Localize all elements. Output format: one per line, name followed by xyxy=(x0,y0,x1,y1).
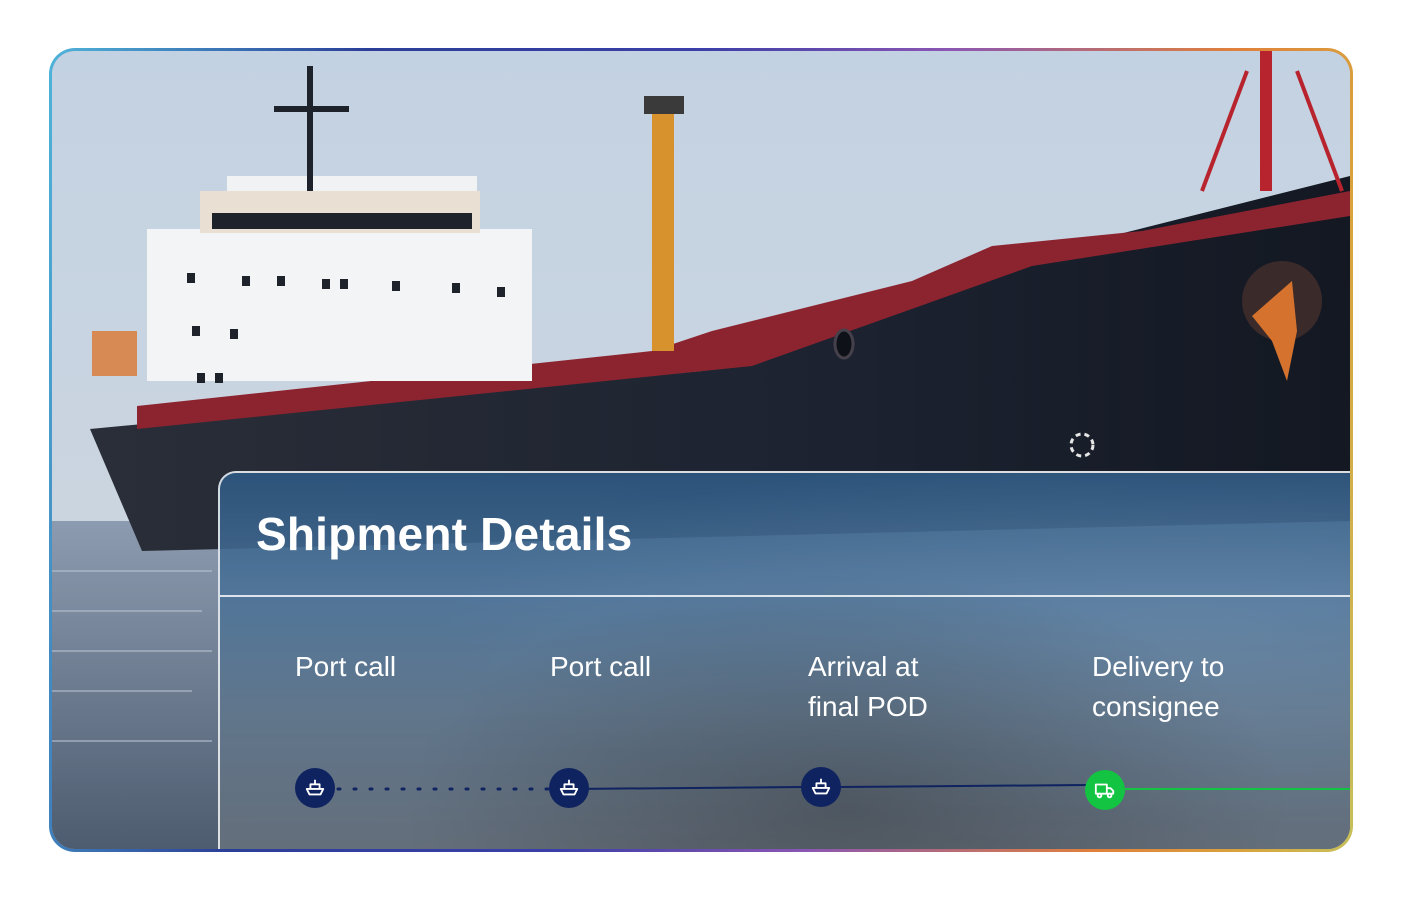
hero-image-container: Shipment Details Port call Port call Arr… xyxy=(52,51,1350,849)
step-label-arrival-final-pod: Arrival at final POD xyxy=(808,651,928,722)
step-label-port-call-1: Port call xyxy=(295,651,397,682)
step-label-delivery-to-consignee: Delivery to consignee xyxy=(1092,651,1225,722)
ship-icon xyxy=(559,779,579,796)
timeline-node-port-call-1[interactable] xyxy=(295,768,335,808)
card-header: Shipment Details xyxy=(220,473,1350,597)
ship-icon xyxy=(811,778,831,795)
step-label-port-call-2: Port call xyxy=(550,651,652,682)
card-title: Shipment Details xyxy=(256,508,633,560)
hero-frame: Shipment Details Port call Port call Arr… xyxy=(49,48,1353,852)
connector-solid-1 xyxy=(569,786,803,790)
truck-icon xyxy=(1094,783,1115,799)
connector-solid-2 xyxy=(839,784,1087,788)
ship-icon xyxy=(305,779,325,796)
timeline-node-port-call-2[interactable] xyxy=(549,768,589,808)
timeline-node-delivery-to-consignee[interactable] xyxy=(1085,770,1125,810)
shipment-details-card: Shipment Details Port call Port call Arr… xyxy=(218,471,1350,849)
timeline-connectors xyxy=(336,784,1350,791)
timeline-node-arrival-final-pod[interactable] xyxy=(801,767,841,807)
shipment-timeline xyxy=(220,763,1350,823)
